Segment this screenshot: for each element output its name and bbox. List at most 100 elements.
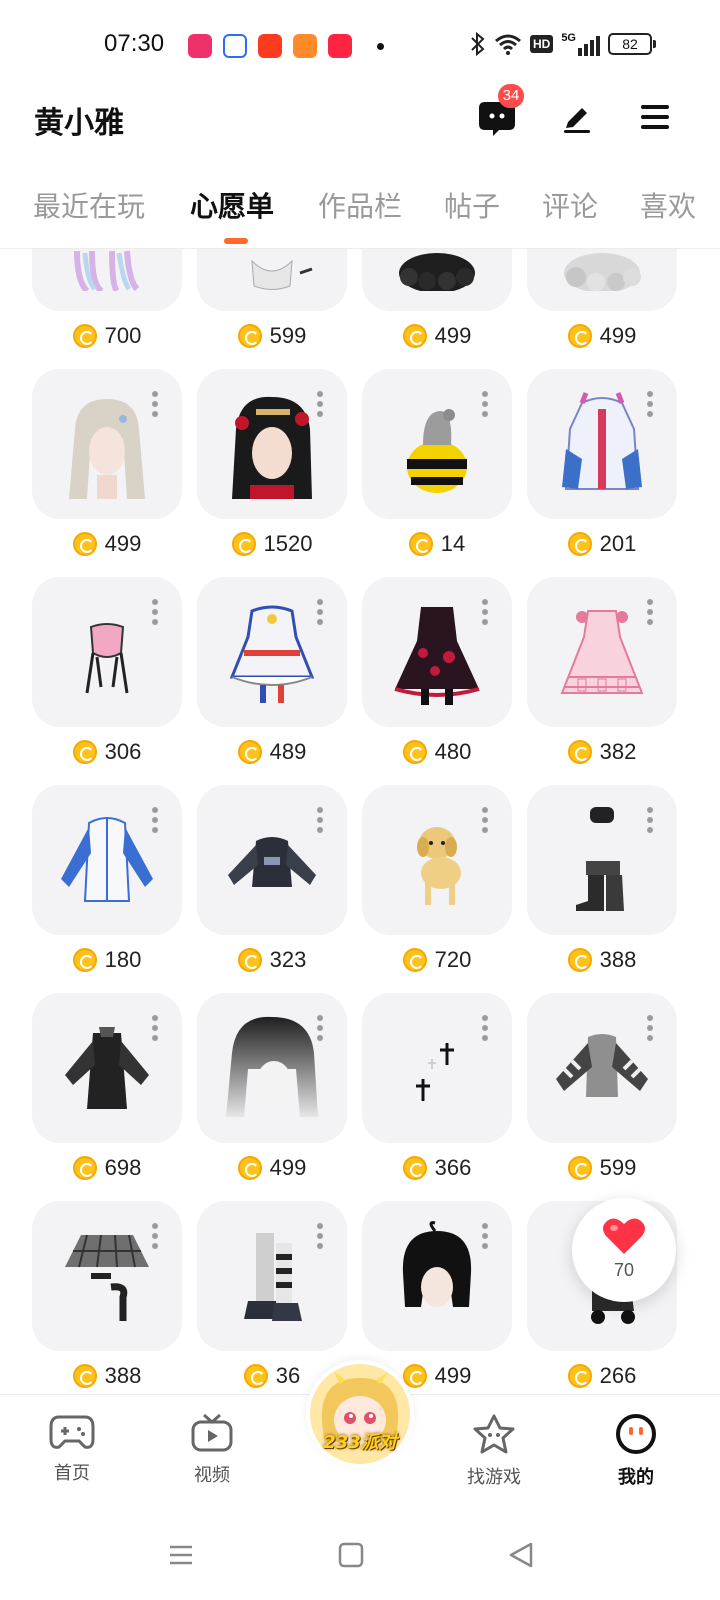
item-thumbnail[interactable]: [32, 993, 182, 1143]
recent-apps-icon[interactable]: [166, 1540, 196, 1570]
back-icon[interactable]: [506, 1540, 536, 1570]
item-thumbnail[interactable]: [197, 785, 347, 935]
more-options-icon[interactable]: [152, 1015, 160, 1045]
item-thumbnail[interactable]: [362, 249, 512, 311]
coin-icon: [237, 948, 262, 972]
more-options-icon[interactable]: [647, 1015, 655, 1045]
wishlist-item[interactable]: 698: [32, 993, 182, 1193]
item-thumbnail[interactable]: [32, 785, 182, 935]
more-options-icon[interactable]: [317, 391, 325, 421]
nav-video[interactable]: 视频: [162, 1413, 262, 1487]
wishlist-item[interactable]: 382: [527, 577, 677, 777]
blue-white-jacket-item-icon: [61, 817, 153, 902]
item-thumbnail[interactable]: [362, 369, 512, 519]
coin-icon: [402, 948, 427, 972]
like-button[interactable]: 70: [572, 1198, 676, 1302]
edit-button[interactable]: [560, 100, 594, 134]
item-thumbnail[interactable]: [197, 369, 347, 519]
item-thumbnail[interactable]: [362, 577, 512, 727]
item-thumbnail[interactable]: [362, 1201, 512, 1351]
more-options-icon[interactable]: [647, 391, 655, 421]
item-thumbnail[interactable]: [527, 577, 677, 727]
wishlist-item[interactable]: 201: [527, 369, 677, 569]
tab-comments[interactable]: 评论: [542, 185, 598, 225]
wishlist-item[interactable]: 306: [32, 577, 182, 777]
wishlist-item[interactable]: 1520: [197, 369, 347, 569]
wishlist-item[interactable]: 499: [32, 369, 182, 569]
coin-icon: [567, 1364, 592, 1388]
item-thumbnail[interactable]: [197, 577, 347, 727]
wishlist-item[interactable]: 720: [362, 785, 512, 985]
item-thumbnail[interactable]: [32, 369, 182, 519]
more-options-icon[interactable]: [482, 1223, 490, 1253]
item-thumbnail[interactable]: [32, 1201, 182, 1351]
wishlist-item[interactable]: 499: [362, 249, 512, 361]
item-thumbnail[interactable]: [362, 785, 512, 935]
home-icon[interactable]: [336, 1540, 366, 1570]
profile-face-icon: [616, 1414, 656, 1454]
wishlist-item[interactable]: 36: [197, 1201, 347, 1394]
more-options-icon[interactable]: [152, 1223, 160, 1253]
more-options-icon[interactable]: [317, 1223, 325, 1253]
more-options-icon[interactable]: [482, 391, 490, 421]
item-thumbnail[interactable]: [527, 785, 677, 935]
item-thumbnail[interactable]: [527, 249, 677, 311]
more-options-icon[interactable]: [482, 599, 490, 629]
nav-me[interactable]: 我的: [586, 1413, 686, 1489]
more-options-icon[interactable]: [152, 807, 160, 837]
menu-button[interactable]: [638, 100, 672, 134]
nav-find-games[interactable]: 找游戏: [444, 1413, 544, 1489]
item-price: 266: [527, 1363, 677, 1389]
item-thumbnail[interactable]: [32, 249, 182, 311]
wishlist-item[interactable]: 489: [197, 577, 347, 777]
message-badge: 34: [498, 84, 524, 108]
more-options-icon[interactable]: [647, 599, 655, 629]
item-thumbnail[interactable]: [362, 993, 512, 1143]
item-thumbnail[interactable]: [197, 249, 347, 311]
tab-likes[interactable]: 喜欢: [640, 185, 696, 225]
more-options-icon[interactable]: [317, 807, 325, 837]
more-options-icon[interactable]: [152, 599, 160, 629]
item-price: 388: [32, 1363, 182, 1389]
item-price: 306: [32, 739, 182, 765]
dark-jacket-item-icon: [228, 837, 316, 887]
item-thumbnail[interactable]: [32, 577, 182, 727]
item-price: 499: [197, 1155, 347, 1181]
item-price: 499: [32, 531, 182, 557]
more-options-icon[interactable]: [152, 391, 160, 421]
item-price: 720: [362, 947, 512, 973]
wishlist-item[interactable]: 180: [32, 785, 182, 985]
wishlist-item[interactable]: 323: [197, 785, 347, 985]
hd-icon: HD: [529, 35, 554, 53]
item-thumbnail[interactable]: [197, 993, 347, 1143]
tab-wishlist[interactable]: 心愿单: [190, 185, 274, 225]
wishlist-item[interactable]: 480: [362, 577, 512, 777]
colorful-jacket-item-icon: [562, 392, 642, 490]
wishlist-item[interactable]: 388: [527, 785, 677, 985]
wishlist-item[interactable]: 599: [197, 249, 347, 361]
more-options-icon[interactable]: [482, 807, 490, 837]
coin-icon: [567, 948, 592, 972]
more-options-icon[interactable]: [647, 807, 655, 837]
wishlist-item[interactable]: 700: [32, 249, 182, 361]
wishlist-item[interactable]: 14: [362, 369, 512, 569]
black-boots-hat-item-icon: [576, 807, 624, 911]
more-options-icon[interactable]: [317, 599, 325, 629]
wishlist-item[interactable]: 366: [362, 993, 512, 1193]
wishlist-item[interactable]: 499: [197, 993, 347, 1193]
wishlist-item[interactable]: 388: [32, 1201, 182, 1394]
nav-home[interactable]: 首页: [22, 1413, 122, 1485]
more-options-icon[interactable]: [482, 1015, 490, 1045]
item-thumbnail[interactable]: [197, 1201, 347, 1351]
wishlist-item[interactable]: 599: [527, 993, 677, 1193]
more-notifications-icon: [377, 42, 384, 50]
more-options-icon[interactable]: [317, 1015, 325, 1045]
item-thumbnail[interactable]: [527, 993, 677, 1143]
tab-posts[interactable]: 帖子: [444, 185, 500, 225]
notification-icons: [188, 34, 384, 58]
tab-recently-played[interactable]: 最近在玩: [33, 185, 145, 225]
party-button[interactable]: 233派对: [306, 1360, 414, 1468]
tab-works[interactable]: 作品栏: [318, 185, 402, 225]
item-thumbnail[interactable]: [527, 369, 677, 519]
wishlist-item[interactable]: 499: [527, 249, 677, 361]
